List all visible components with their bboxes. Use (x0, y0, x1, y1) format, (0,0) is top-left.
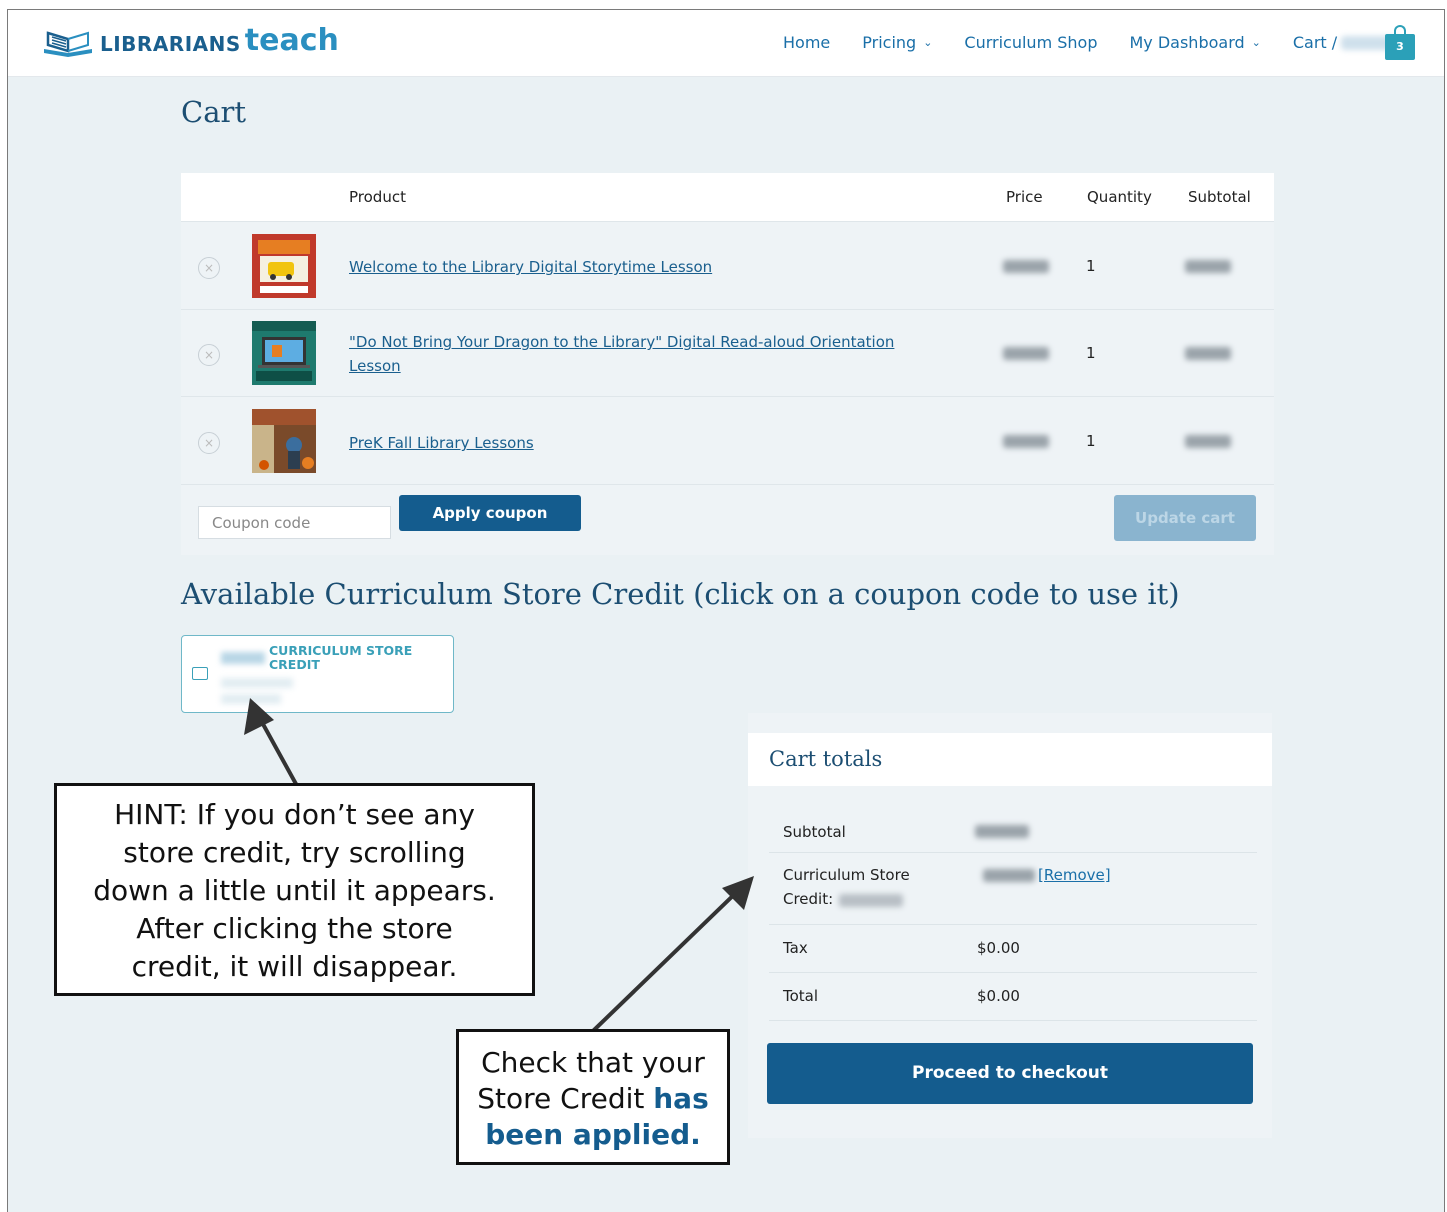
check-callout: Check that your Store Credit has been ap… (456, 1029, 730, 1165)
check-line-3: been applied. (485, 1118, 701, 1151)
hint-line: After clicking the store (136, 912, 453, 945)
check-line-2: Store Credit has (459, 1081, 727, 1117)
hint-line: down a little until it appears. (93, 874, 496, 907)
hint-line: credit, it will disappear. (131, 950, 458, 983)
hint-line: HINT: If you don’t see any (114, 798, 475, 831)
check-highlight: has (653, 1082, 709, 1115)
hint-line: store credit, try scrolling (123, 836, 466, 869)
browser-page: LIBRARIANS teach Home Pricing ⌄ Curriculu… (7, 9, 1445, 1212)
hint-callout: HINT: If you don’t see any store credit,… (54, 783, 535, 996)
check-line: Check that your (481, 1046, 705, 1079)
check-line-2a: Store Credit (477, 1082, 654, 1115)
